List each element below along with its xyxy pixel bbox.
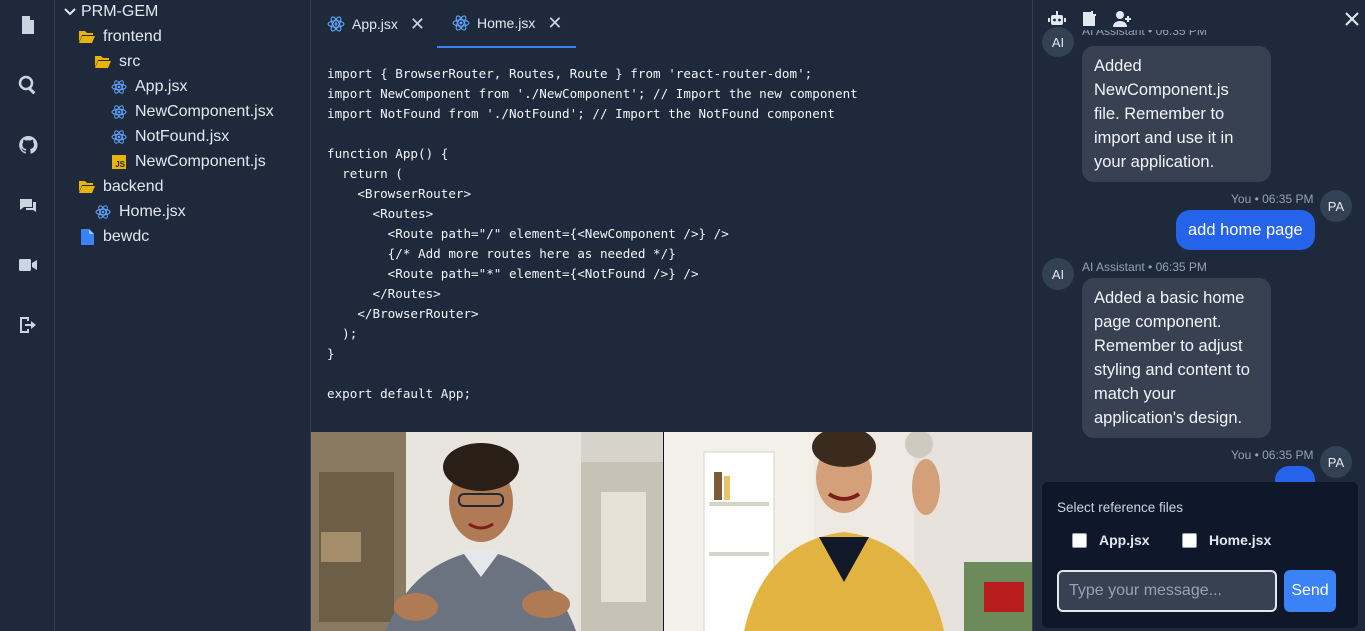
code-editor: App.jsx ✕ Home.jsx ✕ import { BrowserRou…	[311, 0, 1032, 432]
folder-open-icon	[79, 29, 95, 45]
close-icon[interactable]: ✕	[547, 13, 562, 34]
tab-label: App.jsx	[352, 16, 398, 32]
message-meta: AI Assistant • 06:35 PM	[1082, 30, 1207, 38]
avatar: PA	[1320, 190, 1352, 222]
tree-item-label: Home.jsx	[119, 203, 186, 220]
search-icon[interactable]	[16, 73, 40, 97]
chevron-down-icon	[64, 8, 76, 16]
video-participant-1[interactable]	[311, 432, 663, 631]
message-meta: You • 06:35 PM	[1231, 448, 1314, 462]
tree-item-bewdc[interactable]: bewdc	[79, 225, 149, 249]
add-user-icon[interactable]	[1113, 10, 1133, 30]
checkbox-label: Home.jsx	[1209, 532, 1272, 548]
tree-item-label: frontend	[103, 28, 162, 45]
video-participant-2[interactable]	[664, 432, 1032, 631]
tab-label: Home.jsx	[477, 15, 536, 31]
react-icon	[111, 129, 127, 145]
file-icon	[79, 229, 95, 245]
checkbox-label: App.jsx	[1099, 532, 1150, 548]
message-meta: AI Assistant • 06:35 PM	[1082, 260, 1207, 274]
ai-message-bubble: Added NewComponent.js file. Remember to …	[1082, 46, 1271, 182]
ai-message-bubble: Added a basic home page component. Remem…	[1082, 278, 1271, 438]
explorer-root[interactable]: PRM-GEM	[63, 0, 158, 24]
ref-file-home-jsx[interactable]: Home.jsx	[1182, 532, 1271, 548]
tree-item-frontend[interactable]: frontend	[79, 25, 162, 49]
tree-item-label: NewComponent.js	[135, 153, 266, 170]
user-message-bubble: add home page	[1176, 210, 1315, 250]
folder-open-icon	[79, 179, 95, 195]
app-root: PRM-GEM frontend src App.jsx NewComponen…	[0, 0, 1365, 631]
tree-item-newcomponent-js[interactable]: JS NewComponent.js	[111, 150, 266, 174]
ref-file-app-jsx[interactable]: App.jsx	[1072, 532, 1150, 548]
exit-icon[interactable]	[16, 313, 40, 337]
close-icon[interactable]	[1343, 10, 1363, 30]
editor-tabs: App.jsx ✕ Home.jsx ✕	[311, 0, 1032, 48]
avatar: PA	[1320, 446, 1352, 478]
checkbox[interactable]	[1072, 532, 1087, 548]
code-content[interactable]: import { BrowserRouter, Routes, Route } …	[327, 64, 858, 404]
file-icon[interactable]	[16, 13, 40, 37]
activity-bar	[0, 0, 55, 631]
folder-open-icon	[95, 54, 111, 70]
react-icon	[95, 204, 111, 220]
close-icon[interactable]: ✕	[410, 14, 425, 35]
react-icon	[327, 16, 345, 32]
avatar: AI	[1042, 258, 1074, 290]
ai-chat-panel: AI AI Assistant • 06:35 PM Added NewComp…	[1032, 0, 1365, 631]
add-file-icon[interactable]	[1081, 10, 1101, 30]
tree-item-home-jsx[interactable]: Home.jsx	[95, 200, 186, 224]
video-icon[interactable]	[16, 253, 40, 277]
root-folder-label: PRM-GEM	[81, 3, 159, 20]
tree-item-app-jsx[interactable]: App.jsx	[111, 75, 187, 99]
chat-icon[interactable]	[16, 193, 40, 217]
video-call-area	[311, 432, 1032, 631]
tree-item-label: bewdc	[103, 228, 150, 245]
javascript-file-icon: JS	[111, 154, 127, 170]
tree-item-label: NotFound.jsx	[135, 128, 230, 145]
github-icon[interactable]	[16, 133, 40, 157]
react-icon	[111, 79, 127, 95]
react-icon	[452, 15, 470, 31]
tree-item-src[interactable]: src	[95, 50, 140, 74]
file-explorer: PRM-GEM frontend src App.jsx NewComponen…	[55, 0, 311, 631]
tree-item-notfound-jsx[interactable]: NotFound.jsx	[111, 125, 229, 149]
checkbox[interactable]	[1182, 532, 1197, 548]
message-input[interactable]	[1057, 570, 1277, 612]
tree-item-label: backend	[103, 178, 164, 195]
reference-files-panel: Select reference files App.jsx Home.jsx …	[1042, 482, 1358, 628]
avatar: AI	[1042, 27, 1074, 57]
tree-item-label: NewComponent.jsx	[135, 103, 274, 120]
message-meta: You • 06:35 PM	[1231, 192, 1314, 206]
tree-item-backend[interactable]: backend	[79, 175, 164, 199]
tree-item-label: src	[119, 53, 141, 70]
tab-home-jsx[interactable]: Home.jsx ✕	[437, 0, 576, 48]
tab-app-jsx[interactable]: App.jsx ✕	[327, 0, 425, 48]
tree-item-label: App.jsx	[135, 78, 188, 95]
reference-files-title: Select reference files	[1057, 500, 1184, 515]
tree-item-newcomponent-jsx[interactable]: NewComponent.jsx	[111, 100, 274, 124]
user-message-bubble	[1275, 466, 1315, 482]
send-button[interactable]: Send	[1284, 570, 1336, 612]
react-icon	[111, 104, 127, 120]
